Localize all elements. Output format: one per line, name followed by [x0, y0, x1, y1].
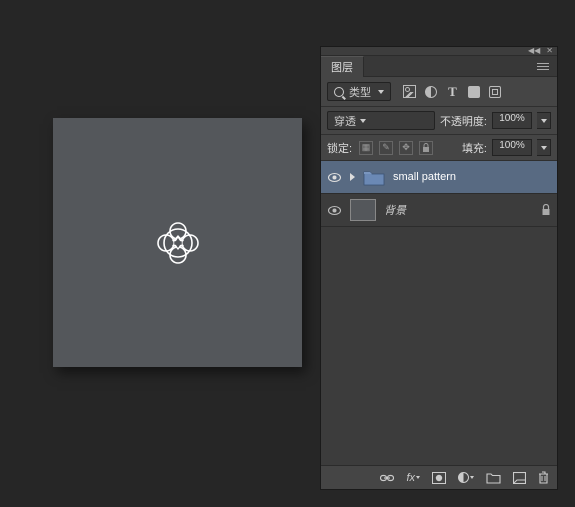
filter-adjustment-icon[interactable] — [425, 86, 437, 98]
layer-fx-icon[interactable]: fx — [406, 472, 420, 484]
lock-transparency-icon[interactable]: ▦ — [359, 141, 373, 155]
delete-layer-icon[interactable] — [538, 471, 549, 484]
lock-pixels-icon[interactable]: ✎ — [379, 141, 393, 155]
filter-shape-icon[interactable] — [468, 86, 480, 98]
document-canvas[interactable] — [53, 118, 302, 367]
link-layers-icon[interactable] — [380, 473, 394, 483]
blend-opacity-row: 穿透 不透明度: 100% — [321, 107, 557, 135]
search-icon — [334, 87, 344, 97]
blend-mode-select[interactable]: 穿透 — [327, 111, 435, 130]
collapse-icon[interactable]: ◀◀ — [528, 47, 540, 55]
layer-row[interactable]: small pattern — [321, 161, 557, 194]
lock-all-icon[interactable] — [419, 141, 433, 155]
lock-fill-row: 锁定: ▦ ✎ ✥ 填充: 100% — [321, 135, 557, 161]
layer-list: small pattern 背景 — [321, 161, 557, 465]
opacity-stepper[interactable] — [537, 112, 551, 129]
layer-row[interactable]: 背景 — [321, 194, 557, 227]
lock-icon — [541, 204, 551, 216]
adjustment-layer-icon[interactable] — [458, 472, 474, 483]
layer-filter-row: 类型 T — [321, 77, 557, 107]
lock-position-icon[interactable]: ✥ — [399, 141, 413, 155]
filter-text-icon[interactable]: T — [446, 85, 459, 98]
disclosure-triangle[interactable] — [350, 173, 355, 181]
panel-menu-icon[interactable] — [537, 59, 553, 73]
filter-pixel-icon[interactable] — [403, 85, 416, 98]
layer-thumbnail — [350, 199, 376, 221]
lock-icons: ▦ ✎ ✥ — [359, 141, 433, 155]
layer-name[interactable]: small pattern — [393, 171, 551, 183]
visibility-toggle[interactable] — [327, 170, 342, 185]
fill-label: 填充: — [462, 140, 487, 156]
new-layer-icon[interactable] — [513, 472, 526, 484]
chevron-down-icon — [360, 119, 366, 123]
tab-layers[interactable]: 图层 — [321, 56, 364, 77]
filter-label: 类型 — [349, 84, 371, 100]
visibility-toggle[interactable] — [327, 203, 342, 218]
blend-mode-value: 穿透 — [334, 113, 356, 129]
panel-bottombar: fx — [321, 465, 557, 489]
chevron-down-icon — [378, 90, 384, 94]
opacity-input[interactable]: 100% — [492, 112, 532, 129]
filter-smartobject-icon[interactable] — [489, 86, 501, 98]
folder-icon — [363, 169, 385, 186]
filter-icons: T — [403, 85, 501, 98]
opacity-label: 不透明度: — [440, 113, 487, 129]
layer-name[interactable]: 背景 — [384, 202, 533, 218]
layers-panel: ◀◀ ✕ 图层 类型 T 穿透 不透明度: 100% — [320, 46, 558, 490]
panel-tabbar: 图层 — [321, 56, 557, 77]
new-group-icon[interactable] — [486, 472, 501, 484]
layer-mask-icon[interactable] — [432, 472, 446, 484]
lock-label: 锁定: — [327, 140, 352, 156]
filter-type-dropdown[interactable]: 类型 — [327, 82, 391, 101]
artwork-preview — [149, 214, 207, 272]
fill-stepper[interactable] — [537, 139, 551, 156]
fill-input[interactable]: 100% — [492, 139, 532, 156]
close-icon[interactable]: ✕ — [546, 47, 553, 55]
